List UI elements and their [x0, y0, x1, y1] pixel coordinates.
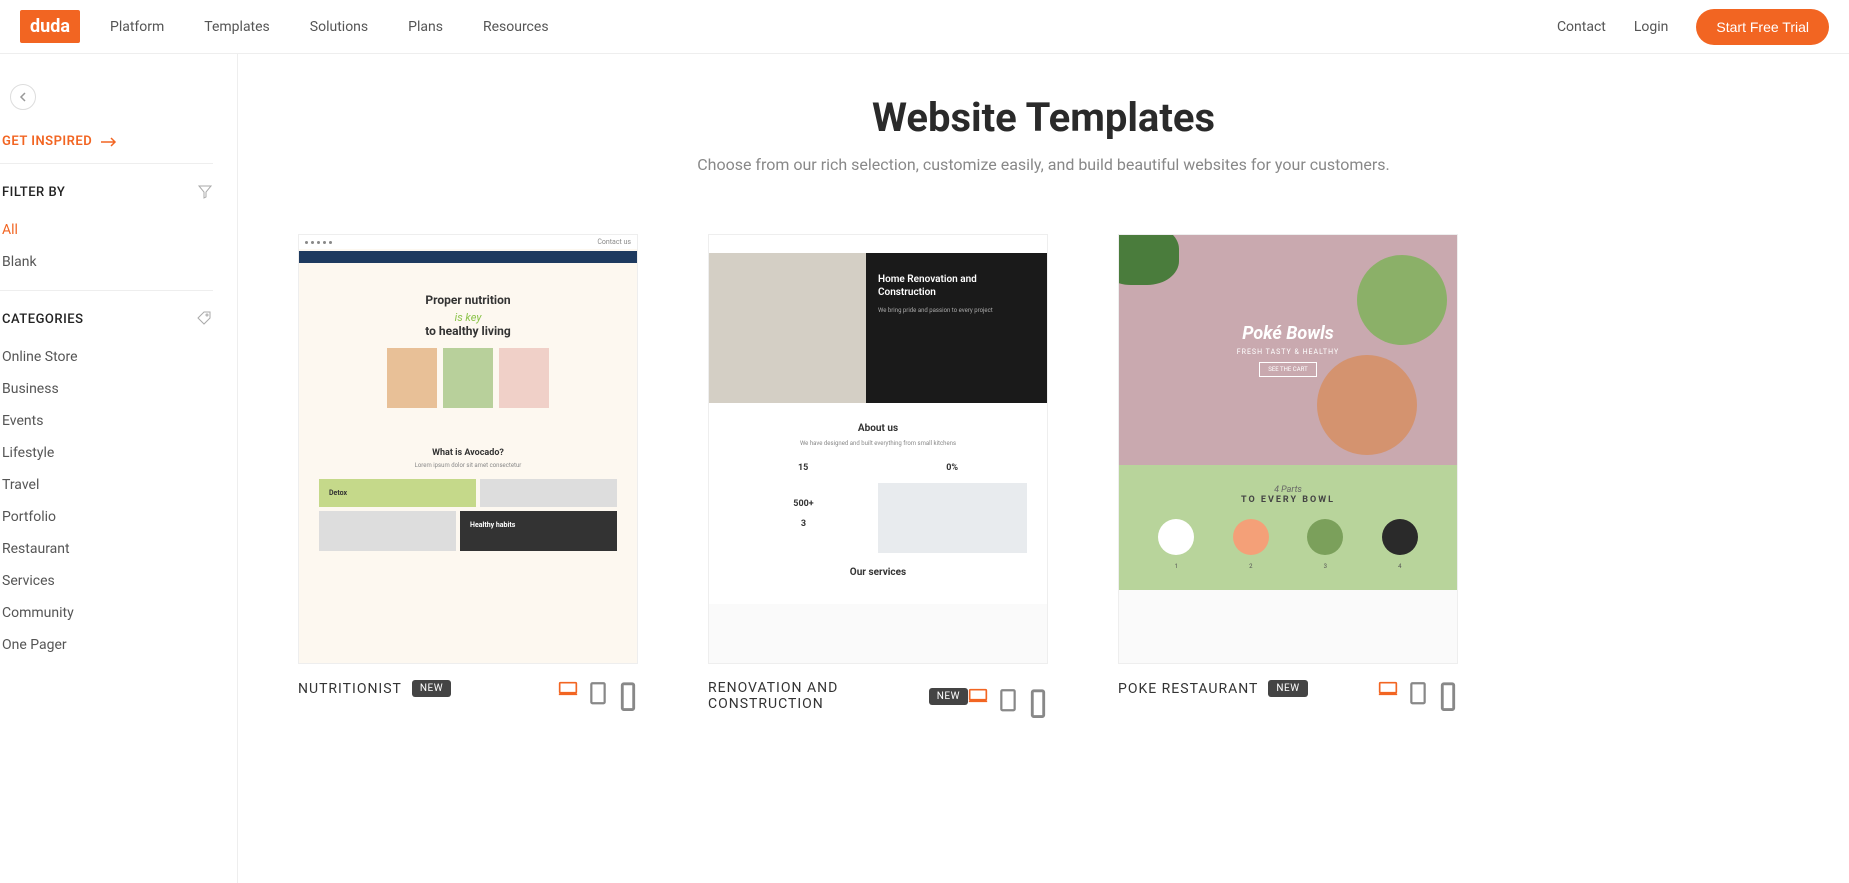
tag-icon[interactable] — [197, 311, 213, 327]
template-preview[interactable]: Contact us Proper nutrition is key to he… — [298, 234, 638, 664]
preview-text: is key — [319, 311, 617, 324]
preview-text: Proper nutrition — [319, 293, 617, 307]
preview-text: 4 Parts — [1139, 485, 1437, 495]
nav-templates[interactable]: Templates — [204, 19, 270, 35]
filter-all[interactable]: All — [0, 214, 213, 246]
template-name: RENOVATION AND CONSTRUCTION — [708, 680, 919, 712]
nav-resources[interactable]: Resources — [483, 19, 549, 35]
preview-text: Poké Bowls — [1237, 323, 1339, 344]
mobile-icon[interactable] — [1438, 681, 1458, 697]
cat-restaurant[interactable]: Restaurant — [0, 533, 213, 565]
cat-events[interactable]: Events — [0, 405, 213, 437]
preview-text: Our services — [729, 567, 1027, 578]
filter-group: All Blank — [0, 214, 213, 291]
desktop-icon[interactable] — [968, 688, 988, 704]
preview-text: 500+ — [793, 499, 813, 509]
nav-platform[interactable]: Platform — [110, 19, 164, 35]
page-title: Website Templates — [298, 94, 1789, 141]
tablet-icon[interactable] — [1408, 681, 1428, 697]
categories-label: CATEGORIES — [2, 312, 83, 327]
cat-services[interactable]: Services — [0, 565, 213, 597]
template-preview[interactable]: Poké Bowls FRESH TASTY & HEALTHY SEE THE… — [1118, 234, 1458, 664]
contact-link[interactable]: Contact — [1557, 19, 1606, 35]
new-badge: NEW — [929, 688, 968, 705]
template-card-renovation: Home Renovation and ConstructionWe bring… — [708, 234, 1048, 712]
template-card-nutritionist: Contact us Proper nutrition is key to he… — [298, 234, 638, 712]
cat-portfolio[interactable]: Portfolio — [0, 501, 213, 533]
preview-text: What is Avocado? — [309, 448, 627, 458]
preview-text: About us — [729, 423, 1027, 434]
back-button[interactable] — [10, 84, 36, 110]
filter-by-header: FILTER BY — [0, 164, 237, 214]
template-name: NUTRITIONIST — [298, 681, 402, 697]
desktop-icon[interactable] — [1378, 681, 1398, 697]
preview-text: FRESH TASTY & HEALTHY — [1237, 348, 1339, 356]
filter-by-label: FILTER BY — [2, 185, 65, 200]
template-name: POKE RESTAURANT — [1118, 681, 1258, 697]
template-preview[interactable]: Home Renovation and ConstructionWe bring… — [708, 234, 1048, 664]
login-link[interactable]: Login — [1634, 19, 1669, 35]
cat-one-pager[interactable]: One Pager — [0, 629, 213, 661]
main-nav: Platform Templates Solutions Plans Resou… — [110, 19, 1557, 35]
start-trial-button[interactable]: Start Free Trial — [1696, 9, 1829, 45]
nav-plans[interactable]: Plans — [408, 19, 443, 35]
tablet-icon[interactable] — [588, 681, 608, 697]
template-card-poke: Poké Bowls FRESH TASTY & HEALTHY SEE THE… — [1118, 234, 1458, 712]
preview-text: Detox — [329, 489, 347, 497]
mobile-icon[interactable] — [618, 681, 638, 697]
cat-online-store[interactable]: Online Store — [0, 341, 213, 373]
cat-community[interactable]: Community — [0, 597, 213, 629]
get-inspired-link[interactable]: GET INSPIRED — [0, 134, 213, 164]
main-content: Website Templates Choose from our rich s… — [238, 54, 1849, 883]
preview-text: 15 — [798, 463, 808, 473]
preview-text: Home Renovation and Construction — [878, 273, 1035, 299]
preview-text: 3 — [801, 519, 806, 529]
page-subtitle: Choose from our rich selection, customiz… — [298, 155, 1789, 174]
desktop-icon[interactable] — [558, 681, 578, 697]
preview-text: 0% — [946, 463, 958, 473]
tablet-icon[interactable] — [998, 688, 1018, 704]
get-inspired-label: GET INSPIRED — [2, 134, 92, 149]
new-badge: NEW — [1268, 680, 1307, 697]
arrow-right-icon — [100, 137, 118, 147]
cat-lifestyle[interactable]: Lifestyle — [0, 437, 213, 469]
logo[interactable]: duda — [20, 10, 80, 43]
preview-text: to healthy living — [319, 324, 617, 338]
nav-solutions[interactable]: Solutions — [310, 19, 368, 35]
cat-travel[interactable]: Travel — [0, 469, 213, 501]
new-badge: NEW — [412, 680, 451, 697]
categories-header: CATEGORIES — [0, 291, 237, 341]
mobile-icon[interactable] — [1028, 688, 1048, 704]
header: duda Platform Templates Solutions Plans … — [0, 0, 1849, 54]
sidebar: GET INSPIRED FILTER BY All Blank CATEGOR… — [0, 54, 238, 883]
cat-business[interactable]: Business — [0, 373, 213, 405]
preview-text: Healthy habits — [470, 521, 515, 529]
preview-text: TO EVERY BOWL — [1139, 495, 1437, 505]
templates-grid: Contact us Proper nutrition is key to he… — [298, 234, 1789, 712]
filter-icon[interactable] — [197, 184, 213, 200]
right-nav: Contact Login Start Free Trial — [1557, 9, 1829, 45]
filter-blank[interactable]: Blank — [0, 246, 213, 278]
chevron-left-icon — [18, 92, 28, 102]
categories-list: Online Store Business Events Lifestyle T… — [0, 341, 213, 661]
